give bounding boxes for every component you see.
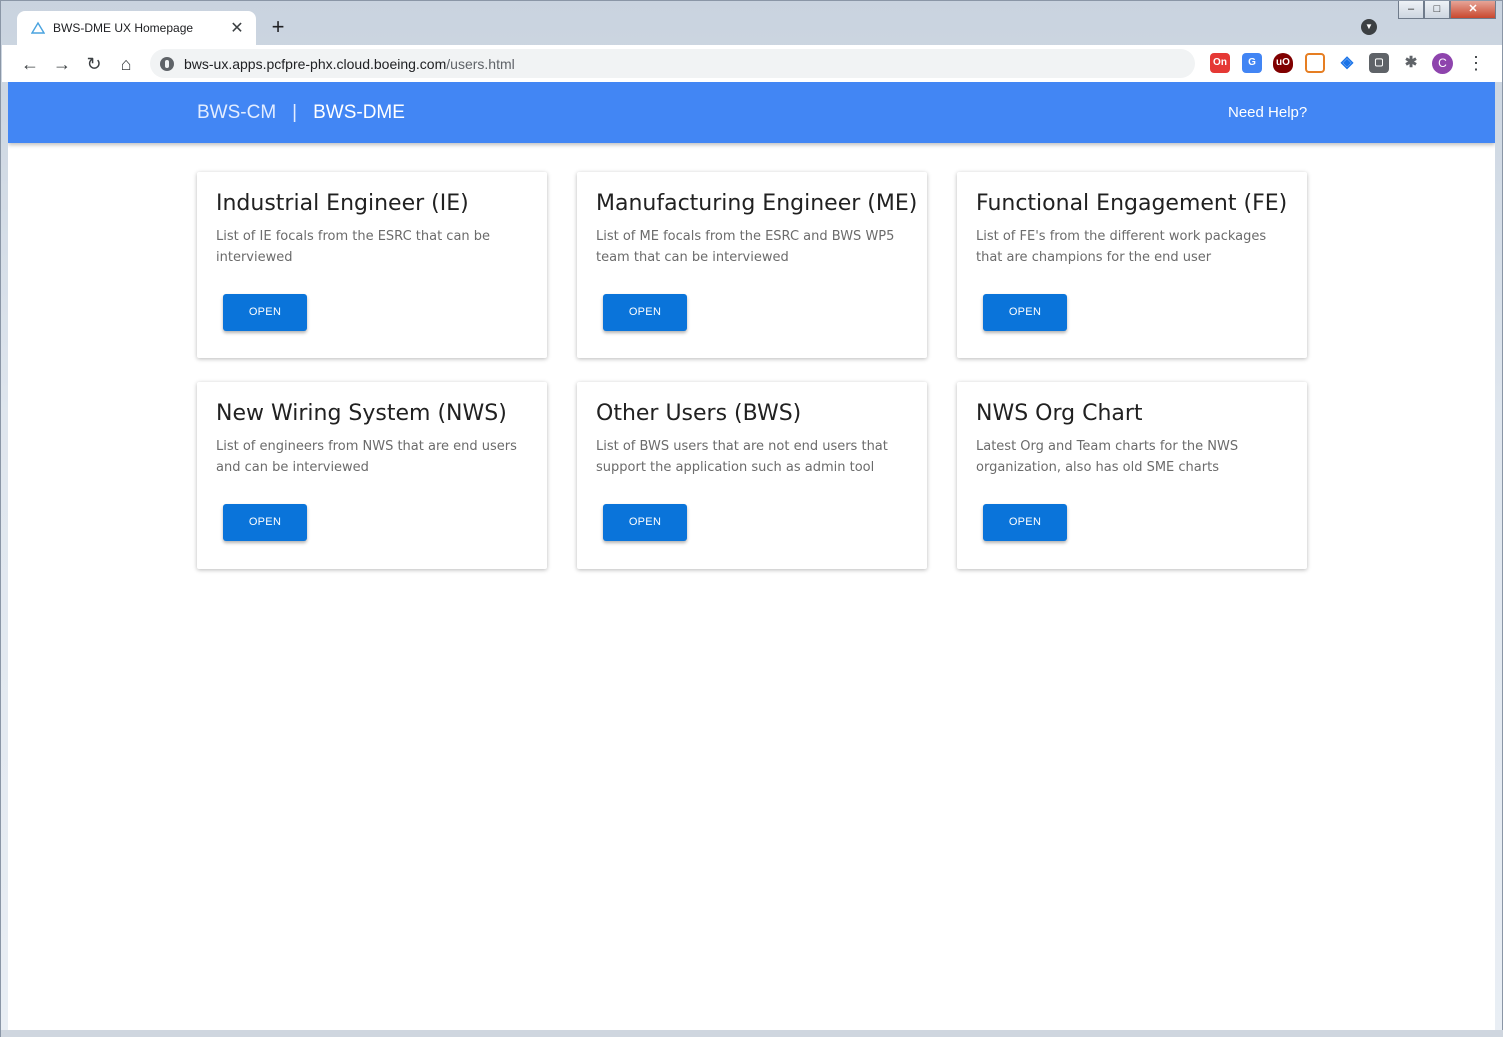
need-help-link[interactable]: Need Help? [1228, 104, 1307, 121]
url-host: bws-ux.apps.pcfpre-phx.cloud.boeing.com [184, 55, 447, 72]
user-cards-grid: Industrial Engineer (IE) List of IE foca… [197, 172, 1307, 569]
window-controls: – □ ✕ [1398, 1, 1496, 19]
card-nws-org-chart: NWS Org Chart Latest Org and Team charts… [957, 382, 1307, 569]
layers-extension-icon[interactable]: ◈ [1337, 53, 1357, 73]
open-button[interactable]: OPEN [223, 504, 307, 541]
profile-avatar[interactable]: C [1432, 53, 1453, 74]
open-button[interactable]: OPEN [983, 504, 1067, 541]
card-description: List of BWS users that are not end users… [596, 439, 888, 475]
card-new-wiring-system: New Wiring System (NWS) List of engineer… [197, 382, 547, 569]
puzzle-extensions-icon[interactable]: ✱ [1401, 53, 1421, 73]
address-bar[interactable]: bws-ux.apps.pcfpre-phx.cloud.boeing.com /… [150, 49, 1195, 78]
brand-nav: BWS-CM | BWS-DME [197, 102, 405, 124]
card-title: New Wiring System (NWS) [216, 401, 507, 426]
box-extension-icon[interactable]: ▢ [1369, 53, 1389, 73]
back-arrow-icon[interactable]: ← [14, 48, 46, 80]
home-icon[interactable]: ⌂ [110, 48, 142, 80]
brand-separator: | [292, 102, 298, 123]
card-industrial-engineer: Industrial Engineer (IE) List of IE foca… [197, 172, 547, 358]
card-title: NWS Org Chart [976, 401, 1143, 426]
tab-search-icon[interactable]: ▼ [1361, 19, 1377, 35]
card-title: Manufacturing Engineer (ME) [596, 191, 918, 216]
tab-title: BWS-DME UX Homepage [53, 21, 194, 35]
window-bottom-edge [1, 1030, 1503, 1037]
browser-tab[interactable]: BWS-DME UX Homepage ✕ [17, 11, 256, 45]
card-title: Industrial Engineer (IE) [216, 191, 469, 216]
translate-extension-icon[interactable]: G [1242, 53, 1262, 73]
tab-strip: BWS-DME UX Homepage ✕ + ▼ – □ ✕ [1, 1, 1502, 45]
card-manufacturing-engineer: Manufacturing Engineer (ME) List of ME f… [577, 172, 927, 358]
site-favicon-icon [31, 21, 45, 34]
maximize-button[interactable]: □ [1424, 1, 1450, 19]
reload-icon[interactable]: ↻ [78, 48, 110, 80]
site-info-icon[interactable] [160, 56, 174, 71]
extension-badge-icon[interactable]: On [1210, 53, 1230, 73]
minimize-button[interactable]: – [1398, 1, 1424, 19]
url-path: /users.html [446, 55, 515, 72]
browser-menu-icon[interactable]: ⋮ [1467, 51, 1485, 75]
card-description: Latest Org and Team charts for the NWS o… [976, 439, 1239, 475]
app-header: BWS-CM | BWS-DME Need Help? [8, 82, 1495, 143]
card-description: List of IE focals from the ESRC that can… [216, 229, 491, 265]
brand-bws-cm-link[interactable]: BWS-CM [197, 102, 276, 124]
ublock-extension-icon[interactable]: uO [1273, 53, 1293, 73]
open-button[interactable]: OPEN [603, 294, 687, 331]
browser-toolbar: ← → ↻ ⌂ bws-ux.apps.pcfpre-phx.cloud.boe… [2, 45, 1502, 82]
browser-window: BWS-DME UX Homepage ✕ + ▼ – □ ✕ ← → ↻ ⌂ … [0, 0, 1503, 1037]
layout-extension-icon[interactable] [1305, 53, 1325, 73]
card-description: List of engineers from NWS that are end … [216, 439, 517, 475]
card-title: Functional Engagement (FE) [976, 191, 1288, 216]
card-description: List of ME focals from the ESRC and BWS … [596, 229, 895, 265]
close-tab-icon[interactable]: ✕ [228, 18, 246, 38]
card-title: Other Users (BWS) [596, 401, 802, 426]
forward-arrow-icon[interactable]: → [46, 48, 78, 80]
open-button[interactable]: OPEN [603, 504, 687, 541]
card-other-users: Other Users (BWS) List of BWS users that… [577, 382, 927, 569]
open-button[interactable]: OPEN [223, 294, 307, 331]
card-description: List of FE's from the different work pac… [976, 229, 1267, 265]
close-window-button[interactable]: ✕ [1450, 1, 1496, 19]
open-button[interactable]: OPEN [983, 294, 1067, 331]
brand-bws-dme-link[interactable]: BWS-DME [313, 102, 405, 124]
card-functional-engagement: Functional Engagement (FE) List of FE's … [957, 172, 1307, 358]
new-tab-button[interactable]: + [265, 15, 291, 41]
page-viewport: BWS-CM | BWS-DME Need Help? Industrial E… [8, 82, 1495, 1030]
